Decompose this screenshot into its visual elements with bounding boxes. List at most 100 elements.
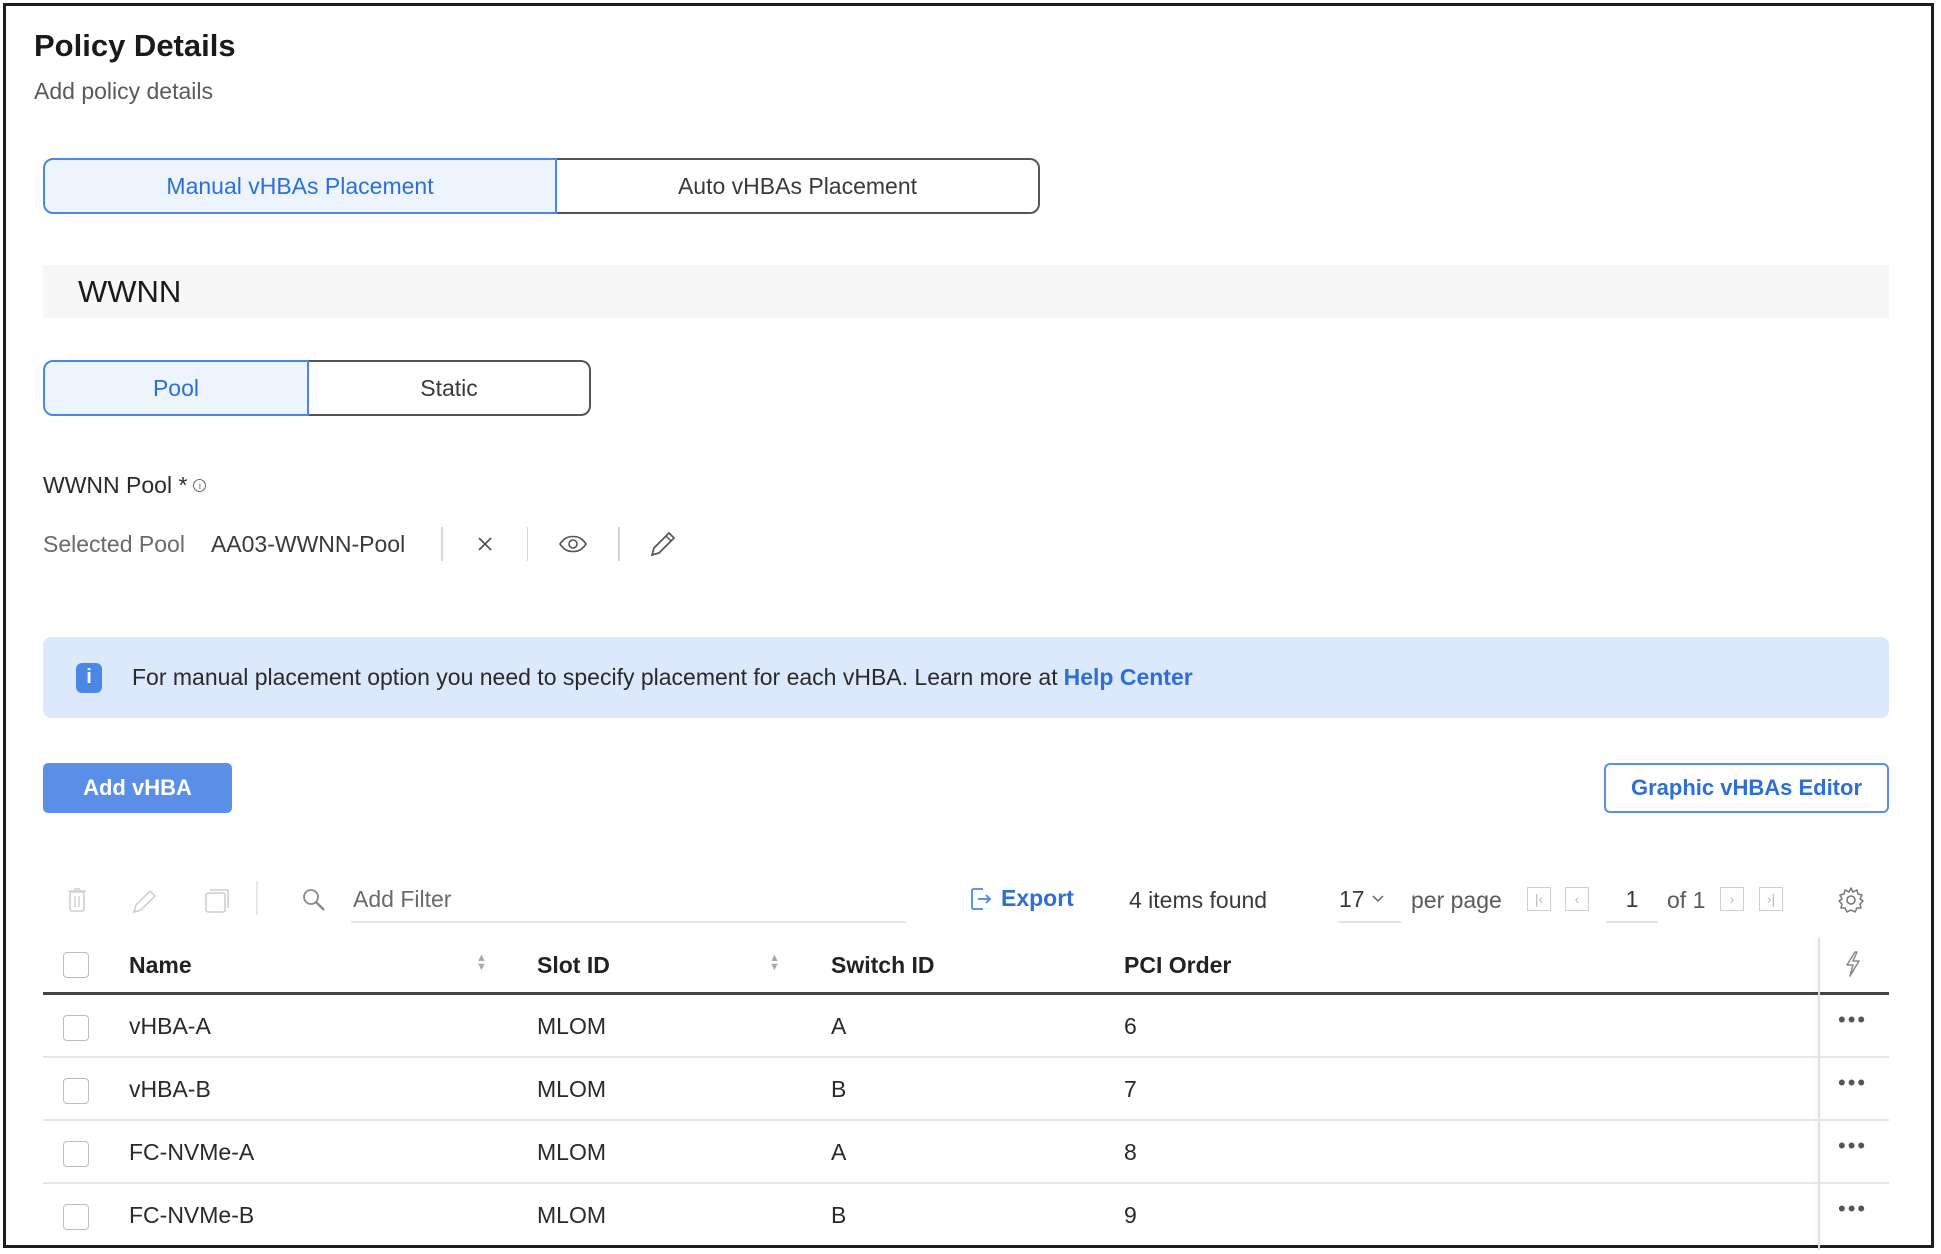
last-page-button[interactable]: ›|	[1759, 887, 1783, 911]
wwnn-section-header	[43, 265, 1889, 318]
cell-pci-order: 7	[1124, 1076, 1137, 1102]
export-label: Export	[1001, 885, 1074, 911]
clear-pool-button[interactable]	[477, 536, 493, 552]
first-page-button[interactable]: |‹	[1527, 887, 1551, 911]
cell-name: FC-NVMe-A	[129, 1139, 255, 1165]
prev-page-button[interactable]: ‹	[1565, 887, 1589, 911]
row-checkbox[interactable]	[63, 1204, 89, 1230]
column-header-name[interactable]: Name	[129, 952, 192, 979]
table-toolbar: Export 4 items found 17 per page |‹ ‹ 1 …	[43, 877, 1889, 925]
divider	[618, 527, 620, 561]
cell-slot-id: MLOM	[537, 1139, 606, 1165]
pencil-icon	[132, 889, 157, 914]
edit-button[interactable]	[131, 887, 159, 920]
export-icon	[971, 887, 992, 910]
filter-field	[351, 877, 906, 923]
next-page-button[interactable]: ›	[1720, 887, 1744, 911]
selected-pool-label: Selected Pool	[43, 530, 185, 557]
eye-icon	[559, 535, 588, 553]
wwnn-section-title: WWNN	[78, 274, 182, 309]
page-title: Policy Details	[34, 28, 236, 63]
cell-pci-order: 6	[1124, 1013, 1137, 1039]
graphic-vhbas-editor-button[interactable]: Graphic vHBAs Editor	[1604, 763, 1889, 813]
page-number-input[interactable]: 1	[1606, 877, 1658, 923]
table-row: FC-NVMe-B MLOM B 9 •••	[43, 1184, 1889, 1247]
view-pool-button[interactable]	[558, 535, 588, 553]
column-header-switch-id[interactable]: Switch ID	[831, 952, 935, 979]
cell-slot-id: MLOM	[537, 1076, 606, 1102]
close-icon	[478, 537, 492, 551]
static-option[interactable]: Static	[309, 360, 591, 416]
cell-switch-id: B	[831, 1076, 847, 1102]
cell-switch-id: A	[831, 1013, 847, 1039]
sort-icon[interactable]: ▲ ▼	[769, 953, 780, 973]
add-vhba-button[interactable]: Add vHBA	[43, 763, 232, 813]
row-checkbox[interactable]	[63, 1078, 89, 1104]
cell-name: FC-NVMe-B	[129, 1202, 255, 1228]
divider	[526, 527, 529, 561]
lightning-icon	[1843, 950, 1863, 983]
row-actions-more-icon[interactable]: •••	[1838, 1133, 1867, 1159]
chevron-left-icon: ‹	[1574, 891, 1580, 907]
chevron-right-icon: ›	[1729, 891, 1735, 907]
per-page-select[interactable]: 17	[1339, 877, 1401, 923]
sort-icon[interactable]: ▲ ▼	[476, 953, 487, 973]
wwnn-pool-label: WWNN Pool *	[43, 472, 188, 498]
pencil-icon	[650, 531, 675, 557]
placement-toggle: Manual vHBAs Placement Auto vHBAs Placem…	[43, 158, 1040, 214]
cell-slot-id: MLOM	[537, 1202, 606, 1228]
column-header-pci-order[interactable]: PCI Order	[1124, 952, 1231, 979]
pool-option[interactable]: Pool	[43, 360, 309, 416]
row-actions-more-icon[interactable]: •••	[1838, 1007, 1867, 1033]
row-checkbox[interactable]	[63, 1141, 89, 1167]
cell-name: vHBA-A	[129, 1013, 211, 1039]
cell-name: vHBA-B	[129, 1076, 211, 1102]
page-subtitle: Add policy details	[34, 78, 213, 104]
info-banner: i For manual placement option you need t…	[43, 637, 1889, 718]
first-page-icon: |‹	[1534, 891, 1544, 907]
items-found-count: 4 items found	[1129, 887, 1268, 913]
last-page-icon: ›|	[1766, 891, 1776, 907]
cell-pci-order: 8	[1124, 1139, 1137, 1165]
manual-placement-option[interactable]: Manual vHBAs Placement	[43, 158, 557, 214]
export-button[interactable]: Export	[969, 885, 1074, 912]
per-page-value: 17	[1339, 885, 1365, 912]
page-total-label: of 1	[1667, 887, 1706, 913]
cell-switch-id: A	[831, 1139, 847, 1165]
trash-icon	[68, 888, 86, 912]
column-header-slot-id[interactable]: Slot ID	[537, 952, 610, 979]
per-page-label: per page	[1411, 887, 1502, 913]
filter-input[interactable]	[351, 884, 906, 914]
selected-pool-value: AA03-WWNN-Pool	[210, 530, 406, 557]
select-all-checkbox[interactable]	[63, 952, 89, 978]
table-header: Name ▲ ▼ Slot ID ▲ ▼ Switch ID PCI Order	[43, 938, 1889, 995]
row-actions-more-icon[interactable]: •••	[1838, 1196, 1867, 1222]
cell-slot-id: MLOM	[537, 1013, 606, 1039]
row-checkbox[interactable]	[63, 1015, 89, 1041]
wwnn-pool-field-label: WWNN Pool * i	[43, 472, 207, 499]
cell-pci-order: 9	[1124, 1202, 1137, 1228]
table-row: vHBA-B MLOM B 7 •••	[43, 1058, 1889, 1121]
cell-switch-id: B	[831, 1202, 847, 1228]
row-actions-more-icon[interactable]: •••	[1838, 1070, 1867, 1096]
table-row: FC-NVMe-A MLOM A 8 •••	[43, 1121, 1889, 1184]
copy-icon	[205, 889, 229, 913]
edit-pool-button[interactable]	[648, 529, 678, 559]
info-icon[interactable]: i	[193, 479, 207, 492]
auto-placement-option[interactable]: Auto vHBAs Placement	[557, 158, 1040, 214]
gear-icon	[1838, 887, 1864, 913]
table-settings-button[interactable]	[1836, 885, 1866, 920]
search-icon	[301, 887, 327, 918]
table-row: vHBA-A MLOM A 6 •••	[43, 995, 1889, 1058]
wwnn-type-toggle: Pool Static	[43, 360, 591, 416]
info-icon: i	[76, 662, 102, 693]
chevron-down-icon	[1372, 895, 1384, 903]
divider	[441, 527, 443, 561]
clone-button[interactable]	[203, 887, 231, 920]
divider	[256, 881, 258, 915]
selected-pool-row: Selected Pool AA03-WWNN-Pool	[43, 527, 678, 561]
delete-button[interactable]	[67, 887, 87, 918]
help-center-link[interactable]: Help Center	[1064, 664, 1193, 690]
banner-message: For manual placement option you need to …	[132, 664, 1193, 691]
banner-text: For manual placement option you need to …	[132, 664, 1058, 690]
